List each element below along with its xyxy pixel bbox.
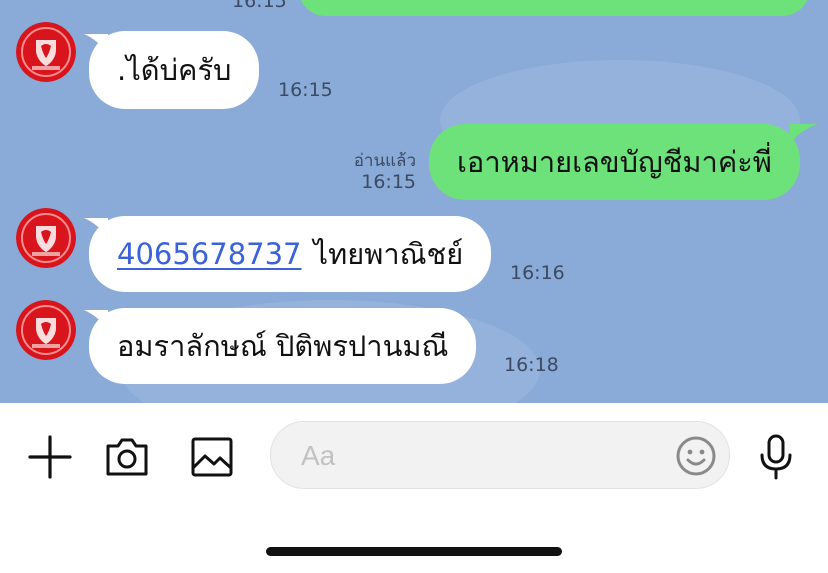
microphone-icon [760, 434, 792, 480]
image-icon [191, 437, 233, 477]
plus-icon [28, 435, 72, 479]
message-time: 16:18 [504, 354, 559, 376]
chat-area[interactable]: 16:15 .ได้บ่ครับ 16:15 อ่านแล้ว 16:15 เอ… [0, 0, 828, 403]
camera-button[interactable] [101, 431, 153, 483]
incoming-message-bubble[interactable]: อมราลักษณ์ ปิติพรปานมณี [89, 308, 477, 384]
outgoing-message-bubble[interactable]: เอาหมายเลขบัญชีมาค่ะพี่ [429, 124, 800, 200]
camera-icon [106, 438, 148, 476]
message-time: 16:15 [278, 79, 333, 101]
incoming-message-bubble[interactable]: .ได้บ่ครับ [89, 31, 260, 109]
microphone-button[interactable] [752, 431, 800, 483]
message-time: 16:15 [232, 0, 287, 12]
contact-avatar[interactable] [16, 22, 76, 82]
home-indicator [266, 547, 562, 556]
contact-avatar[interactable] [16, 208, 76, 268]
message-text: ไทยพาณิชย์ [313, 236, 464, 271]
plus-button[interactable] [24, 431, 76, 483]
message-text: เอาหมายเลขบัญชีมาค่ะพี่ [457, 144, 772, 179]
contact-avatar[interactable] [16, 300, 76, 360]
message-composer: Aa [0, 403, 828, 573]
read-receipt: อ่านแล้ว [353, 151, 416, 171]
emoji-icon[interactable] [675, 435, 717, 477]
message-input-placeholder: Aa [301, 440, 336, 471]
image-button[interactable] [186, 431, 238, 483]
incoming-message-bubble[interactable]: 4065678737 ไทยพาณิชย์ [89, 216, 492, 292]
message-input[interactable]: Aa [270, 421, 730, 489]
message-text: .ได้บ่ครับ [117, 52, 232, 87]
bubble-tail [790, 124, 818, 144]
message-time: 16:16 [510, 262, 565, 284]
outgoing-bubble-partial[interactable] [298, 0, 810, 16]
account-number-link[interactable]: 4065678737 [117, 239, 302, 269]
message-text: อมราลักษณ์ ปิติพรปานมณี [117, 328, 449, 363]
message-time: 16:15 [361, 171, 416, 193]
